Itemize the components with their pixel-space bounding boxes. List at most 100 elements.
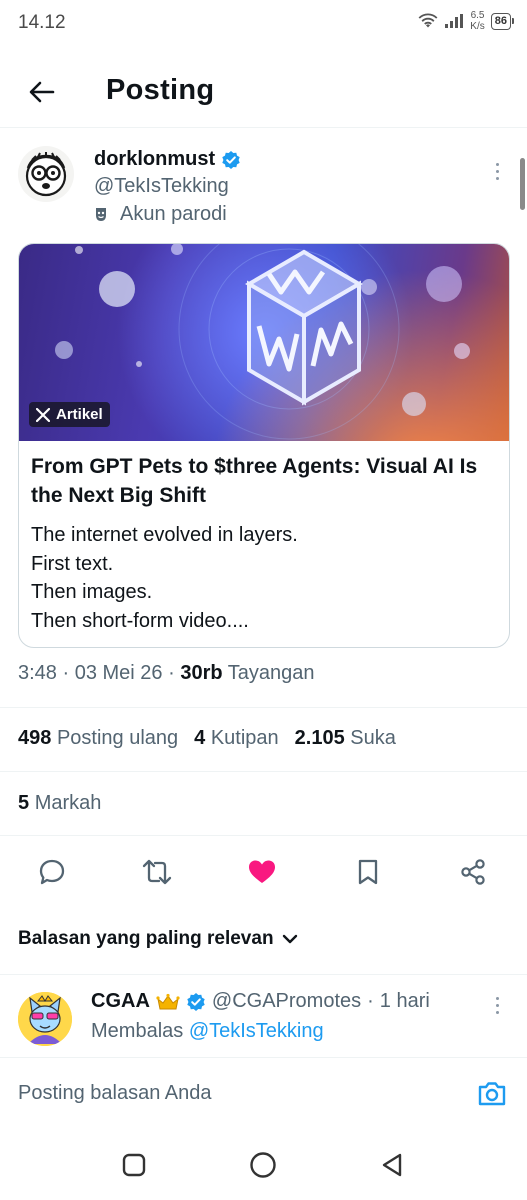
replies-sort-label: Balasan yang paling relevan: [18, 928, 274, 949]
net-speed: 6.5 K/s: [470, 10, 484, 32]
bookmark-button[interactable]: [352, 856, 384, 888]
likes-stat[interactable]: 2.105 Suka: [295, 727, 396, 750]
verified-badge-icon: [187, 992, 205, 1011]
author-handle[interactable]: @TekIsTekking: [94, 175, 229, 198]
reposts-count: 498: [18, 727, 52, 749]
verified-badge-icon: [222, 150, 240, 169]
bookmark-icon: [358, 859, 378, 885]
wifi-icon: [418, 13, 438, 28]
replying-prefix: Membalas: [91, 1020, 184, 1042]
back-button[interactable]: [22, 72, 62, 112]
divider: [0, 771, 527, 772]
heart-icon: [249, 860, 275, 883]
quotes-label: Kutipan: [210, 727, 279, 749]
excerpt-line: Then images.: [31, 581, 153, 603]
engagement-stats: 498 Posting ulang 4 Kutipan 2.105 Suka: [18, 727, 396, 750]
excerpt-line: First text.: [31, 552, 114, 575]
camera-button[interactable]: [476, 1078, 508, 1110]
meta-separator: ·: [56, 662, 75, 684]
reply-author-name[interactable]: CGAA: [91, 990, 150, 1013]
bookmarks-stat[interactable]: 5 Markah: [18, 792, 101, 815]
status-icons: 6.5 K/s 86: [418, 10, 515, 32]
home-button[interactable]: [247, 1149, 279, 1181]
scrollbar-thumb[interactable]: [520, 158, 525, 210]
replies-sort-dropdown[interactable]: Balasan yang paling relevan: [18, 928, 298, 950]
bookmarks-count: 5: [18, 792, 30, 814]
page-title: Posting: [106, 74, 215, 106]
divider: [0, 974, 527, 975]
like-button[interactable]: [246, 856, 278, 888]
action-bar: [0, 848, 527, 894]
reply-avatar[interactable]: [18, 992, 72, 1046]
reposts-label: Posting ulang: [56, 727, 179, 749]
chevron-down-icon: [282, 934, 297, 944]
post-meta: 3:48 · 03 Mei 26 · 30rb Tayangan: [18, 662, 315, 685]
bookmarks-label: Markah: [34, 792, 102, 814]
quotes-count: 4: [194, 727, 206, 749]
reply-separator: ·: [367, 990, 374, 1012]
view-count: 30rb: [180, 662, 223, 684]
reply-handle[interactable]: @CGAPromotes: [212, 990, 361, 1013]
net-speed-unit: K/s: [470, 21, 485, 32]
author-avatar[interactable]: [18, 146, 74, 202]
reposts-stat[interactable]: 498 Posting ulang: [18, 727, 178, 750]
share-button[interactable]: [457, 856, 489, 888]
view-label: Tayangan: [227, 662, 315, 684]
system-back-button[interactable]: [376, 1149, 408, 1181]
theater-mask-icon: [96, 207, 106, 221]
home-icon: [250, 1152, 276, 1178]
reply-composer: Posting balasan Anda: [0, 1057, 527, 1131]
article-badge: Artikel: [29, 402, 110, 427]
recents-button[interactable]: [118, 1149, 150, 1181]
excerpt-line: The internet evolved in layers.: [31, 524, 298, 546]
author-name-text: dorklonmust: [94, 148, 216, 170]
reply-input[interactable]: Posting balasan Anda: [18, 1082, 212, 1105]
status-bar: 14.12 6.5 K/s 86: [0, 0, 527, 48]
replying-to: Membalas @TekIsTekking: [91, 1020, 324, 1043]
repost-icon: [142, 859, 172, 885]
reply-more-options-button[interactable]: [486, 992, 508, 1018]
more-options-button[interactable]: [486, 158, 508, 184]
system-navigation-bar: [0, 1131, 527, 1200]
share-icon: [461, 859, 485, 885]
status-time: 14.12: [18, 12, 66, 33]
likes-count: 2.105: [294, 727, 345, 749]
net-speed-value: 6.5: [470, 10, 485, 21]
article-title: From GPT Pets to $three Agents: Visual A…: [31, 455, 478, 507]
more-dot-icon: [495, 1003, 499, 1007]
top-app-bar: Posting: [0, 56, 527, 128]
signal-icon: [445, 14, 464, 28]
reply-icon: [39, 859, 65, 885]
more-dot-icon: [495, 162, 499, 166]
divider: [0, 707, 527, 708]
divider: [0, 835, 527, 836]
x-logo-icon: [36, 407, 50, 422]
excerpt-line: Then short-form video....: [31, 609, 249, 632]
more-dot-icon: [495, 1010, 499, 1014]
replying-to-handle[interactable]: @TekIsTekking: [189, 1020, 324, 1042]
back-icon: [382, 1153, 402, 1177]
article-cover-image: Artikel: [19, 244, 509, 441]
nerd-face-avatar-icon: [25, 152, 67, 197]
more-dot-icon: [495, 169, 499, 173]
reply-header: CGAA @CGAPromotes · 1 hari: [91, 990, 430, 1013]
reply-button[interactable]: [36, 856, 68, 888]
post-time: 3:48: [18, 662, 57, 684]
crown-icon: [156, 993, 180, 1009]
camera-icon: [478, 1082, 506, 1106]
article-excerpt: The internet evolved in layers. First te…: [31, 521, 501, 635]
author-name[interactable]: dorklonmust: [94, 148, 241, 171]
reply-time: 1 hari: [379, 990, 430, 1012]
cat-avatar-icon: [18, 992, 72, 1046]
parody-label-text: Akun parodi: [120, 203, 227, 225]
article-badge-label: Artikel: [56, 406, 103, 423]
article-card[interactable]: Artikel From GPT Pets to $three Agents: …: [18, 243, 510, 648]
quotes-stat[interactable]: 4 Kutipan: [194, 727, 279, 750]
battery-indicator: 86: [490, 12, 515, 30]
more-dot-icon: [495, 996, 499, 1000]
repost-button[interactable]: [141, 856, 173, 888]
parody-label: Akun parodi: [94, 203, 227, 226]
recents-icon: [122, 1153, 146, 1177]
likes-label: Suka: [350, 727, 396, 749]
more-dot-icon: [495, 176, 499, 180]
